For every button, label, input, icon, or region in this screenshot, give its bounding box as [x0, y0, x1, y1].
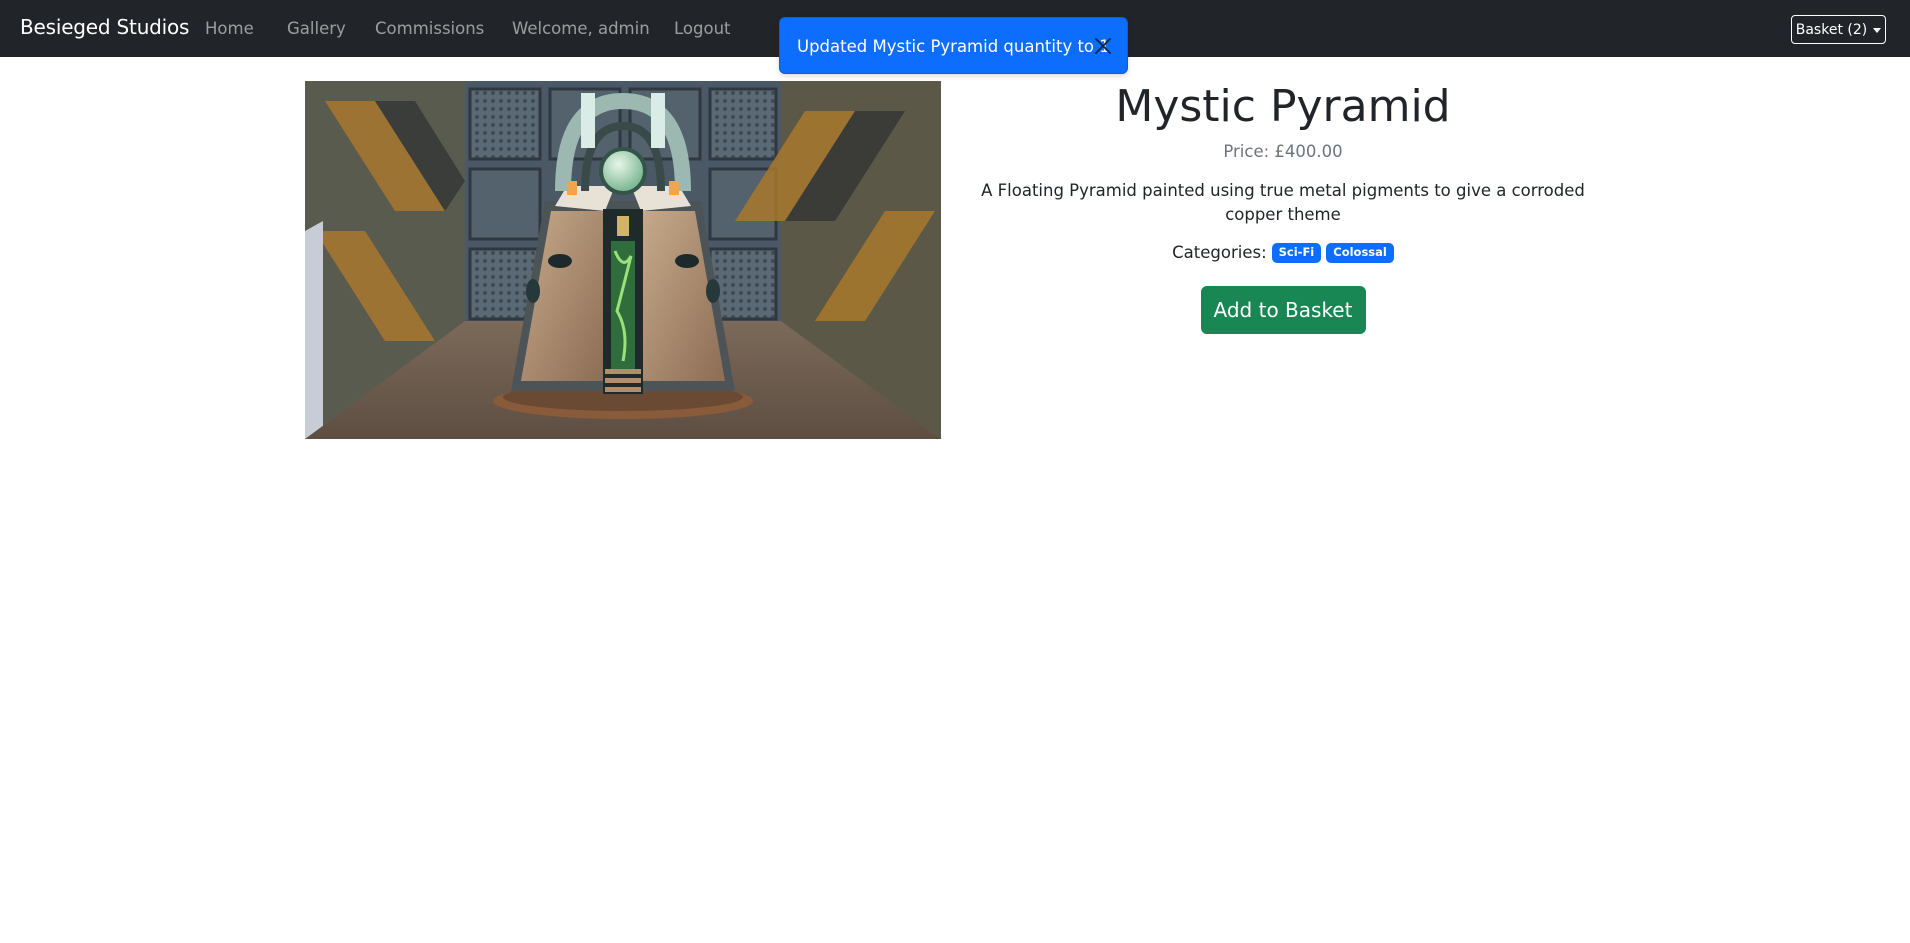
- toast-message: Updated Mystic Pyramid quantity to 1: [797, 37, 1110, 56]
- categories-label: Categories:: [1172, 243, 1267, 263]
- nav-gallery-link[interactable]: Gallery: [287, 19, 346, 38]
- add-to-basket-button[interactable]: Add to Basket: [1200, 285, 1366, 334]
- category-badge-scifi: Sci-Fi: [1271, 242, 1322, 263]
- nav-commissions-link[interactable]: Commissions: [375, 19, 484, 38]
- product-image: [305, 81, 941, 439]
- nav-welcome-link[interactable]: Welcome, admin: [512, 19, 650, 38]
- brand-logo-link[interactable]: Besieged Studios: [20, 15, 189, 39]
- product-info: Mystic Pyramid Price: £400.00 A Floating…: [968, 81, 1598, 334]
- product-description: A Floating Pyramid painted using true me…: [981, 180, 1585, 224]
- product-price: Price: £400.00: [1223, 141, 1343, 161]
- product-title: Mystic Pyramid: [1115, 81, 1451, 132]
- close-icon[interactable]: [1093, 36, 1113, 56]
- nav-logout-link[interactable]: Logout: [674, 19, 731, 38]
- nav-home-link[interactable]: Home: [205, 19, 254, 38]
- basket-dropdown-button[interactable]: Basket (2): [1791, 15, 1886, 44]
- caret-down-icon: [1873, 27, 1882, 33]
- notification-toast: Updated Mystic Pyramid quantity to 1: [779, 17, 1128, 74]
- basket-label: Basket (2): [1795, 21, 1868, 38]
- category-badge-colossal: Colossal: [1326, 242, 1394, 263]
- product-categories: Categories: Sci-Fi Colossal: [968, 242, 1598, 263]
